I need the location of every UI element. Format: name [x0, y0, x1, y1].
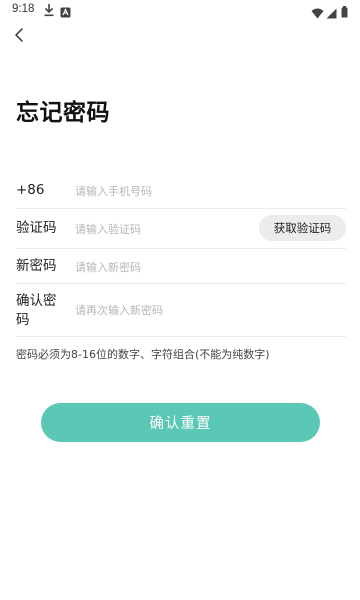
new-password-input[interactable]	[75, 259, 275, 275]
row-divider	[16, 248, 346, 249]
status-bar: 9:18	[0, 0, 360, 20]
battery-icon	[341, 3, 348, 22]
code-label: 验证码	[16, 220, 57, 236]
download-icon	[43, 2, 55, 21]
confirm-password-input[interactable]	[75, 302, 275, 318]
signal-icon	[326, 4, 337, 23]
get-code-button[interactable]: 获取验证码	[259, 215, 346, 241]
row-divider	[16, 208, 346, 209]
row-divider	[16, 336, 346, 337]
confirm-password-row: 确认密码	[16, 290, 346, 332]
row-divider	[16, 283, 346, 284]
code-input[interactable]	[75, 221, 245, 237]
new-password-label: 新密码	[16, 258, 57, 274]
back-arrow-icon	[8, 28, 32, 52]
page-title: 忘记密码	[16, 100, 110, 126]
password-rule-hint: 密码必须为8-16位的数字、字符组合(不能为纯数字)	[16, 348, 270, 361]
back-button[interactable]	[8, 24, 32, 48]
app-notification-icon	[60, 3, 71, 22]
phone-row: +86	[16, 180, 346, 202]
code-row: 验证码 获取验证码	[16, 215, 346, 241]
new-password-row: 新密码	[16, 256, 346, 278]
confirm-reset-button[interactable]: 确认重置	[41, 403, 320, 442]
status-time: 9:18	[12, 3, 35, 15]
confirm-password-label: 确认密码	[16, 293, 57, 328]
phone-country-code: +86	[16, 182, 45, 198]
phone-input[interactable]	[75, 183, 245, 199]
wifi-icon	[311, 4, 324, 23]
